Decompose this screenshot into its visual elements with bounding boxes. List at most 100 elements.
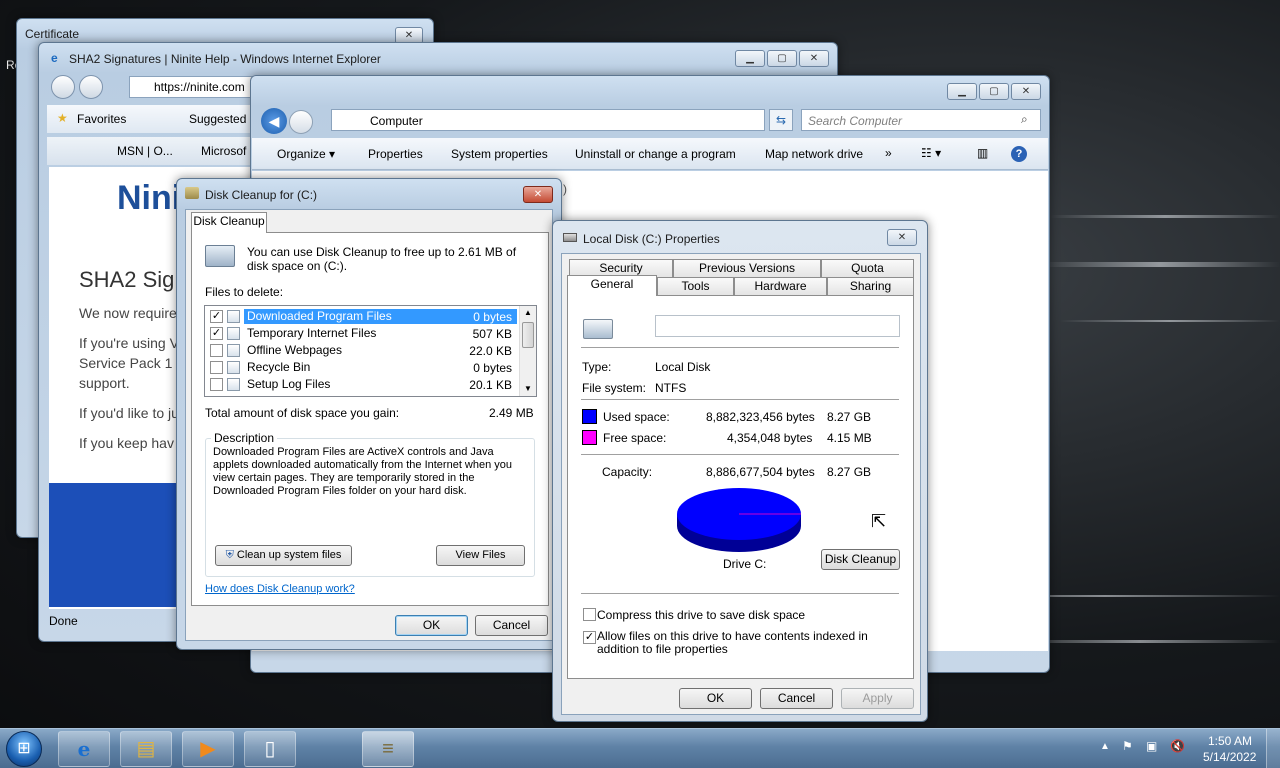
action-center-flag-icon[interactable]: ⚑	[1122, 739, 1133, 753]
index-label[interactable]: Allow files on this drive to have conten…	[597, 630, 897, 656]
page-paragraph: support.	[79, 375, 130, 391]
tab-hardware[interactable]: Hardware	[734, 277, 827, 295]
certificate-title: Certificate	[25, 27, 80, 41]
preview-pane-icon[interactable]: ▥	[977, 146, 988, 160]
properties-button[interactable]: Properties	[368, 147, 423, 161]
tab-msn[interactable]: MSN | O...	[117, 144, 173, 158]
back-arrow-icon[interactable]: ◀	[261, 108, 287, 134]
disk-cleanup-title-icon	[185, 187, 199, 199]
media-player-taskbar-icon[interactable]: ▶	[182, 731, 234, 767]
favorites-button[interactable]: Favorites	[77, 112, 126, 126]
help-icon[interactable]: ?	[1011, 146, 1027, 162]
file-list-item[interactable]: Recycle Bin 0 bytes	[205, 359, 518, 376]
cancel-button[interactable]: Cancel	[475, 615, 548, 636]
used-space-gb: 8.27 GB	[827, 410, 872, 424]
breadcrumb[interactable]: Computer	[331, 109, 765, 131]
compress-label[interactable]: Compress this drive to save disk space	[597, 608, 805, 622]
clean-system-files-button[interactable]: ⛨ Clean up system files	[215, 545, 352, 566]
page-heading: SHA2 Sig	[79, 267, 175, 292]
show-hidden-icons-icon[interactable]: ▲	[1100, 741, 1110, 752]
scroll-thumb[interactable]	[522, 322, 534, 348]
ie-title: SHA2 Signatures | Ninite Help - Windows …	[69, 52, 381, 66]
file-checkbox[interactable]: ✓	[210, 327, 223, 340]
file-list-item[interactable]: ✓ Downloaded Program Files 0 bytes	[205, 308, 518, 325]
files-to-delete-label: Files to delete:	[205, 285, 284, 299]
close-button[interactable]: ✕	[799, 50, 829, 67]
view-files-button[interactable]: View Files	[436, 545, 525, 566]
cancel-button[interactable]: Cancel	[760, 688, 833, 709]
search-input[interactable]: Search Computer	[801, 109, 1041, 131]
file-checkbox[interactable]	[210, 344, 223, 357]
capacity-bytes: 8,886,677,504 bytes	[706, 465, 815, 479]
close-button[interactable]: ✕	[523, 186, 553, 203]
suggested-sites-link[interactable]: Suggested S	[189, 112, 258, 126]
file-checkbox[interactable]: ✓	[210, 310, 223, 323]
clock-date[interactable]: 5/14/2022	[1203, 750, 1256, 764]
free-space-gb: 4.15 MB	[827, 431, 872, 445]
tab-general[interactable]: General	[567, 275, 657, 296]
show-desktop-button[interactable]	[1266, 729, 1280, 768]
disk-cleanup-taskbar-icon[interactable]: ≡	[362, 731, 414, 767]
ninite-logo: Nini	[117, 179, 182, 217]
apply-button[interactable]: Apply	[841, 688, 914, 709]
file-checkbox[interactable]	[210, 378, 223, 391]
file-list-item[interactable]: ✓ Temporary Internet Files 507 KB	[205, 325, 518, 342]
start-orb-icon[interactable]: ⊞	[6, 731, 42, 767]
wallpaper-streak	[1040, 262, 1280, 267]
disk-cleanup-dialog[interactable]: Disk Cleanup for (C:) ✕ Disk Cleanup You…	[176, 178, 562, 650]
tab-quota[interactable]: Quota	[821, 259, 914, 277]
close-button[interactable]: ✕	[887, 229, 917, 246]
listbox-scrollbar[interactable]: ▲ ▼	[519, 306, 536, 396]
tab-previous-versions[interactable]: Previous Versions	[673, 259, 821, 277]
index-checkbox[interactable]: ✓	[583, 631, 596, 644]
free-space-label: Free space:	[603, 431, 667, 445]
forward-button[interactable]	[79, 75, 103, 99]
file-list-item[interactable]: Setup Log Files 20.1 KB	[205, 376, 518, 393]
address-bar[interactable]: https://ninite.com	[129, 76, 259, 98]
breadcrumb-computer[interactable]: Computer	[370, 114, 423, 128]
refresh-icon[interactable]: ⇆	[769, 109, 793, 131]
file-name: Offline Webpages	[247, 343, 342, 357]
disk-cleanup-icon	[205, 245, 235, 267]
close-button[interactable]: ✕	[1011, 83, 1041, 100]
volume-label-input[interactable]	[655, 315, 900, 337]
help-link[interactable]: How does Disk Cleanup work?	[205, 583, 355, 595]
system-properties-button[interactable]: System properties	[451, 147, 548, 161]
compress-checkbox[interactable]	[583, 608, 596, 621]
page-paragraph: If you're using V	[79, 335, 179, 351]
properties-dialog[interactable]: Local Disk (C:) Properties ✕ Security Pre…	[552, 220, 928, 722]
volume-muted-icon[interactable]: 🔇	[1170, 739, 1185, 753]
tab-tools[interactable]: Tools	[657, 277, 734, 295]
forward-arrow-icon[interactable]	[289, 110, 313, 134]
ok-button[interactable]: OK	[395, 615, 468, 636]
organize-button[interactable]: Organize ▾	[277, 147, 335, 161]
scroll-down-arrow-icon[interactable]: ▼	[520, 382, 536, 396]
more-commands-button[interactable]: »	[885, 146, 892, 160]
maximize-button[interactable]: ▢	[767, 50, 797, 67]
tab-sharing[interactable]: Sharing	[827, 277, 914, 295]
tab-disk-cleanup[interactable]: Disk Cleanup	[191, 212, 267, 233]
files-listbox[interactable]: ✓ Downloaded Program Files 0 bytes ✓ Tempora…	[204, 305, 537, 397]
minimize-button[interactable]: ▁	[947, 83, 977, 100]
file-checkbox[interactable]	[210, 361, 223, 374]
file-name: Setup Log Files	[247, 377, 331, 391]
search-icon[interactable]: ⌕	[1021, 112, 1028, 127]
ie-taskbar-icon[interactable]: e	[58, 731, 110, 767]
used-space-label: Used space:	[603, 410, 670, 424]
disk-cleanup-button[interactable]: Disk Cleanup	[821, 549, 900, 570]
minimize-button[interactable]: ▁	[735, 50, 765, 67]
back-button[interactable]	[51, 75, 75, 99]
description-text: Downloaded Program Files are ActiveX con…	[213, 446, 513, 497]
uninstall-program-button[interactable]: Uninstall or change a program	[575, 147, 736, 161]
document-taskbar-icon[interactable]: ▯	[244, 731, 296, 767]
tab-microsoft[interactable]: Microsof	[201, 144, 246, 158]
clock-time[interactable]: 1:50 AM	[1208, 734, 1252, 748]
explorer-taskbar-icon[interactable]: ▤	[120, 731, 172, 767]
file-list-item[interactable]: Offline Webpages 22.0 KB	[205, 342, 518, 359]
maximize-button[interactable]: ▢	[979, 83, 1009, 100]
scroll-up-arrow-icon[interactable]: ▲	[520, 306, 536, 320]
ok-button[interactable]: OK	[679, 688, 752, 709]
view-options-icon[interactable]: ☷ ▾	[921, 146, 941, 160]
map-network-drive-button[interactable]: Map network drive	[765, 147, 863, 161]
network-icon[interactable]: ▣	[1146, 739, 1157, 753]
